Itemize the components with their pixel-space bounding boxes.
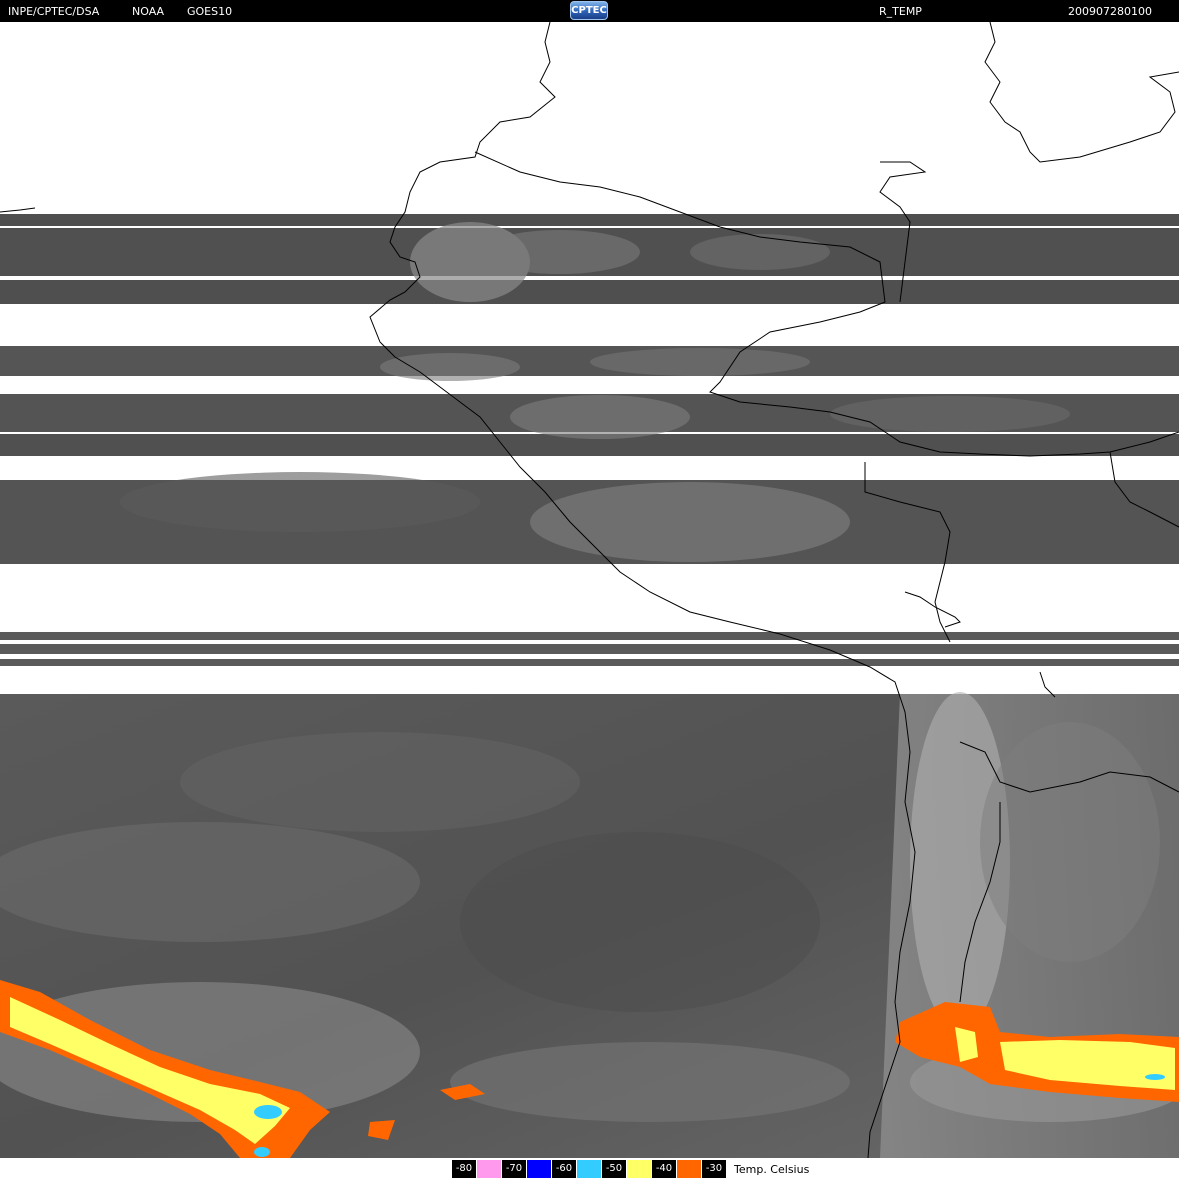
legend-label-minus-80: -80 [452, 1160, 476, 1178]
satellite-label: GOES10 [187, 5, 233, 18]
institution-label: INPE/CPTEC/DSA [8, 5, 100, 18]
legend-label-minus-50: -50 [602, 1160, 626, 1178]
satellite-image-svg [0, 22, 1179, 1158]
temperature-legend: -80 -70 -60 -50 -40 -30 Temp. Celsius [0, 1158, 1179, 1180]
legend-swatch-minus-70 [527, 1160, 551, 1178]
legend-label-minus-40: -40 [652, 1160, 676, 1178]
legend-caption: Temp. Celsius [734, 1163, 810, 1176]
satellite-image [0, 22, 1179, 1158]
product-label: R_TEMP [879, 5, 922, 18]
legend-swatch-minus-40 [677, 1160, 701, 1178]
scan-bands [0, 214, 1179, 666]
legend-label-minus-70: -70 [502, 1160, 526, 1178]
timestamp-label: 200907280100 [1068, 5, 1152, 18]
header-bar: INPE/CPTEC/DSA NOAA GOES10 CPTEC R_TEMP … [0, 0, 1179, 22]
legend-swatch-minus-50 [627, 1160, 651, 1178]
legend-label-minus-30: -30 [702, 1160, 726, 1178]
legend-swatch-minus-80 [477, 1160, 501, 1178]
legend-swatch-minus-60 [577, 1160, 601, 1178]
agency-label: NOAA [132, 5, 165, 18]
legend-label-minus-60: -60 [552, 1160, 576, 1178]
cptec-logo: CPTEC [570, 1, 608, 20]
